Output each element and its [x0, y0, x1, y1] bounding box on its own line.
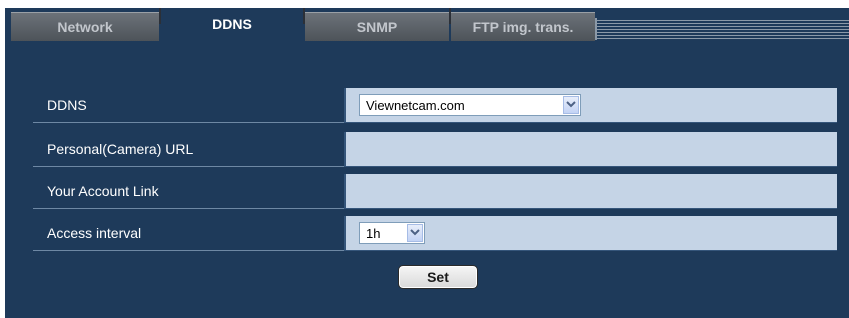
ddns-service-selected: Viewnetcam.com: [366, 97, 465, 113]
tab-snmp-label: SNMP: [356, 19, 398, 35]
tab-network-label: Network: [57, 19, 113, 35]
access-interval-row: Access interval 1h: [33, 216, 837, 251]
ddns-value-cell: Viewnetcam.com: [344, 88, 837, 123]
chevron-down-icon[interactable]: [563, 96, 579, 114]
access-interval-select[interactable]: 1h: [359, 222, 425, 244]
tab-ftp-label: FTP img. trans.: [472, 19, 574, 35]
tab-ddns[interactable]: DDNS: [161, 8, 303, 40]
ddns-service-select[interactable]: Viewnetcam.com: [359, 94, 581, 116]
tab-ftp-img-trans[interactable]: FTP img. trans.: [451, 12, 595, 41]
tab-strip-fill: [595, 18, 849, 40]
personal-url-row: Personal(Camera) URL: [33, 132, 837, 167]
set-button[interactable]: Set: [398, 265, 478, 289]
personal-url-label: Personal(Camera) URL: [33, 132, 344, 167]
account-link-label: Your Account Link: [33, 174, 344, 209]
settings-panel: Network DDNS SNMP FTP img. trans. DDNS V…: [5, 8, 849, 318]
tab-snmp[interactable]: SNMP: [305, 12, 449, 41]
ddns-label: DDNS: [33, 88, 344, 123]
tab-network[interactable]: Network: [11, 12, 159, 41]
access-interval-value-cell: 1h: [344, 216, 837, 251]
tab-strip: Network DDNS SNMP FTP img. trans.: [5, 8, 849, 41]
account-link-value: [344, 174, 837, 209]
chevron-down-icon[interactable]: [407, 224, 423, 242]
access-interval-selected: 1h: [366, 225, 381, 241]
tab-ddns-label: DDNS: [212, 16, 252, 32]
account-link-row: Your Account Link: [33, 174, 837, 209]
access-interval-label: Access interval: [33, 216, 344, 251]
ddns-row: DDNS Viewnetcam.com: [33, 88, 837, 123]
personal-url-value: [344, 132, 837, 167]
